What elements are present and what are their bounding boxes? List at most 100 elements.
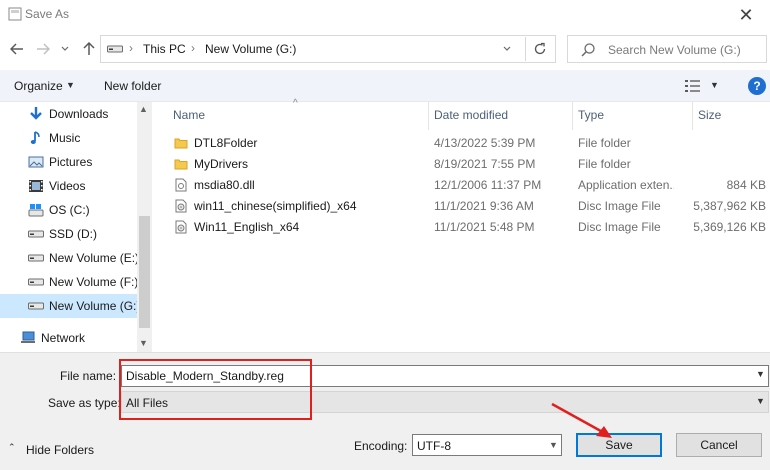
command-toolbar: Organize ▼ New folder ▼ ? bbox=[0, 70, 770, 102]
file-date: 11/1/2021 9:36 AM bbox=[434, 199, 534, 213]
refresh-icon bbox=[534, 42, 545, 55]
save-as-type-label: Save as type: bbox=[48, 396, 121, 410]
download-icon bbox=[30, 107, 42, 120]
encoding-label: Encoding: bbox=[354, 439, 408, 453]
column-header-name[interactable]: Name bbox=[173, 108, 205, 122]
file-name-label: File name: bbox=[60, 369, 117, 383]
nav-item-music[interactable]: Music bbox=[0, 126, 137, 150]
annotation-arrow-icon bbox=[551, 402, 612, 438]
nav-item-ssd-d[interactable]: SSD (D:) bbox=[0, 222, 137, 246]
nav-item-downloads[interactable]: Downloads bbox=[0, 102, 137, 126]
breadcrumb-new-volume-g[interactable]: New Volume (G:) bbox=[205, 42, 296, 56]
column-divider[interactable] bbox=[692, 102, 693, 130]
new-folder-button[interactable]: New folder bbox=[104, 79, 161, 93]
disc-image-icon bbox=[175, 199, 187, 213]
nav-item-new-volume-e[interactable]: New Volume (E:) bbox=[0, 246, 140, 270]
file-type: Disc Image File bbox=[578, 199, 661, 213]
address-history-dropdown[interactable] bbox=[497, 39, 517, 59]
nav-item-label: Music bbox=[49, 131, 81, 145]
navigation-scrollbar[interactable]: ▲ ▼ bbox=[137, 102, 152, 352]
nav-item-new-volume-g[interactable]: New Volume (G:) bbox=[0, 294, 141, 318]
organize-menu-button[interactable]: Organize bbox=[14, 79, 63, 93]
save-as-app-icon bbox=[8, 7, 22, 21]
nav-item-label: New Volume (G:) bbox=[49, 299, 141, 313]
chevron-down-icon[interactable]: ▼ bbox=[756, 396, 765, 406]
folder-icon bbox=[174, 159, 188, 170]
back-button[interactable] bbox=[6, 38, 28, 60]
column-header-type[interactable]: Type bbox=[578, 108, 604, 122]
nav-item-label: Pictures bbox=[49, 155, 93, 169]
search-placeholder: Search New Volume (G:) bbox=[608, 43, 741, 57]
file-name: win11_chinese(simplified)_x64 bbox=[194, 199, 357, 213]
file-list: ^ Name Date modified Type Size DTL8Folde… bbox=[152, 98, 770, 352]
folder-icon bbox=[174, 138, 188, 149]
nav-item-network[interactable]: Network bbox=[0, 326, 137, 350]
drive-icon bbox=[107, 45, 123, 53]
music-icon bbox=[30, 131, 40, 144]
file-row[interactable]: Win11_English_x64 11/1/2021 5:48 PM Disc… bbox=[166, 217, 770, 238]
pictures-icon bbox=[28, 156, 44, 168]
caret-down-icon: ▼ bbox=[66, 80, 75, 90]
drive-icon bbox=[28, 278, 44, 286]
chevron-down-icon bbox=[503, 46, 511, 51]
file-row[interactable]: msdia80.dll 12/1/2006 11:37 PM Applicati… bbox=[166, 175, 770, 196]
cancel-button[interactable]: Cancel bbox=[676, 433, 762, 457]
up-arrow-icon bbox=[83, 42, 95, 55]
file-size: 5,387,962 KB bbox=[693, 199, 766, 213]
hide-folders-button[interactable]: Hide Folders bbox=[26, 443, 94, 457]
scrollbar-thumb[interactable] bbox=[139, 216, 150, 328]
search-icon bbox=[581, 43, 595, 57]
chevron-down-icon[interactable]: ▼ bbox=[756, 369, 765, 379]
caret-up-icon[interactable]: ⌃ bbox=[8, 442, 16, 453]
file-row[interactable]: DTL8Folder 4/13/2022 5:39 PM File folder bbox=[166, 133, 770, 154]
breadcrumb-this-pc[interactable]: This PC bbox=[143, 42, 186, 56]
encoding-select[interactable]: UTF-8 bbox=[412, 434, 562, 456]
help-icon[interactable]: ? bbox=[748, 77, 766, 95]
up-button[interactable] bbox=[78, 38, 100, 60]
file-row[interactable]: MyDrivers 8/19/2021 7:55 PM File folder bbox=[166, 154, 770, 175]
network-icon bbox=[21, 331, 35, 343]
address-bar[interactable]: › This PC › New Volume (G:) bbox=[100, 35, 556, 63]
nav-item-os-c[interactable]: OS (C:) bbox=[0, 198, 137, 222]
file-date: 11/1/2021 5:48 PM bbox=[434, 220, 535, 234]
file-name: msdia80.dll bbox=[194, 178, 255, 192]
navigation-pane: Downloads Music Pictures Videos OS (C:) … bbox=[0, 102, 152, 352]
file-row[interactable]: win11_chinese(simplified)_x64 11/1/2021 … bbox=[166, 196, 770, 217]
column-divider[interactable] bbox=[428, 102, 429, 130]
nav-item-pictures[interactable]: Pictures bbox=[0, 150, 137, 174]
file-type: File folder bbox=[578, 136, 631, 150]
file-date: 12/1/2006 11:37 PM bbox=[434, 178, 542, 192]
nav-item-new-volume-f[interactable]: New Volume (F:) bbox=[0, 270, 138, 294]
scroll-down-icon[interactable]: ▼ bbox=[139, 338, 148, 348]
nav-item-label: OS (C:) bbox=[49, 203, 90, 217]
caret-down-icon[interactable]: ▼ bbox=[710, 80, 719, 90]
file-date: 8/19/2021 7:55 PM bbox=[434, 157, 536, 171]
sort-ascending-icon: ^ bbox=[293, 98, 298, 109]
view-options-icon[interactable] bbox=[684, 78, 702, 94]
file-date: 4/13/2022 5:39 PM bbox=[434, 136, 536, 150]
drive-icon bbox=[28, 254, 44, 262]
close-button[interactable]: ✕ bbox=[728, 0, 764, 30]
window-title: Save As bbox=[25, 7, 70, 21]
column-header-date-modified[interactable]: Date modified bbox=[434, 108, 508, 122]
search-box[interactable]: Search New Volume (G:) bbox=[567, 35, 767, 63]
column-header-size[interactable]: Size bbox=[698, 108, 721, 122]
breadcrumb-separator: › bbox=[129, 41, 133, 55]
title-bar: Save As ✕ bbox=[0, 0, 770, 30]
column-divider[interactable] bbox=[572, 102, 573, 130]
os-drive-icon bbox=[28, 204, 44, 217]
file-name: DTL8Folder bbox=[194, 136, 258, 150]
refresh-button[interactable] bbox=[525, 37, 553, 61]
recent-locations-button[interactable] bbox=[58, 38, 72, 60]
file-size: 5,369,126 KB bbox=[693, 220, 766, 234]
file-name: Win11_English_x64 bbox=[194, 220, 300, 234]
videos-icon bbox=[29, 180, 43, 192]
drive-icon bbox=[28, 230, 44, 238]
nav-item-videos[interactable]: Videos bbox=[0, 174, 137, 198]
nav-item-label: New Volume (E:) bbox=[49, 251, 140, 265]
dll-file-icon bbox=[175, 178, 187, 192]
scroll-up-icon[interactable]: ▲ bbox=[139, 104, 148, 114]
forward-button[interactable] bbox=[32, 38, 54, 60]
back-arrow-icon bbox=[10, 43, 23, 55]
nav-item-label: Downloads bbox=[49, 107, 109, 121]
